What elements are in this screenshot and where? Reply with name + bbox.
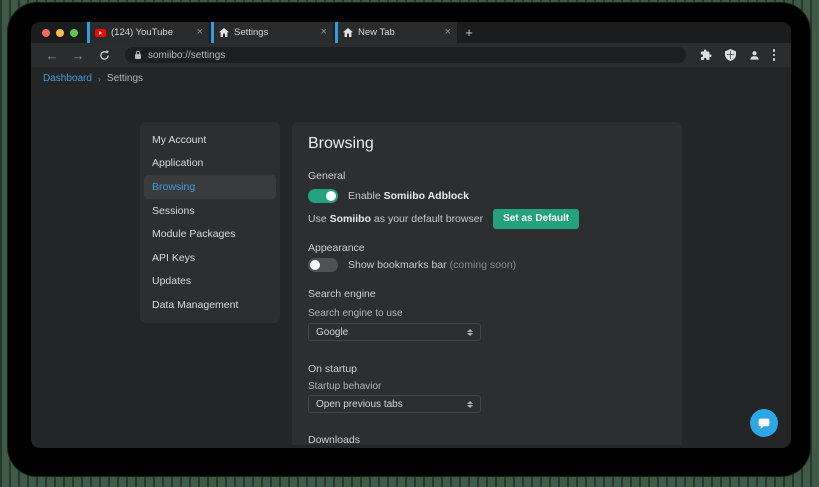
bookmarks-bar-toggle[interactable]: [308, 258, 338, 272]
sidebar-item-updates[interactable]: Updates: [140, 270, 280, 294]
default-browser-label: Use Somiibo as your default browser: [308, 213, 484, 225]
sidebar-item-application[interactable]: Application: [140, 152, 280, 176]
chat-bubble-icon: [757, 417, 771, 430]
startup-behavior-value: Open previous tabs: [316, 398, 403, 410]
settings-layout: My Account Application Browsing Sessions…: [140, 122, 682, 445]
close-icon[interactable]: ×: [320, 27, 328, 38]
close-icon[interactable]: ×: [444, 27, 452, 38]
close-icon[interactable]: ×: [196, 27, 204, 38]
browser-window: (124) YouTube × Settings × New Tab × + ←…: [31, 22, 791, 448]
tab-label: (124) YouTube: [111, 27, 173, 38]
breadcrumb-dashboard-link[interactable]: Dashboard: [43, 73, 92, 84]
minimize-window-button[interactable]: [56, 28, 64, 37]
home-icon: [343, 28, 353, 37]
section-search-engine: Search engine: [308, 288, 376, 300]
tab-label: Settings: [234, 27, 269, 38]
navigation-toolbar: ← → somiibo://settings: [31, 43, 791, 67]
set-as-default-button[interactable]: Set as Default: [493, 209, 580, 229]
page-title: Browsing: [308, 135, 374, 152]
extensions-puzzle-icon[interactable]: [700, 49, 712, 61]
profile-icon[interactable]: [749, 50, 760, 61]
lock-icon: [134, 50, 142, 60]
select-arrows-icon: [467, 400, 473, 408]
reload-button[interactable]: [95, 50, 113, 61]
select-arrows-icon: [467, 328, 473, 336]
search-engine-value: Google: [316, 326, 349, 338]
section-general: General: [308, 170, 346, 182]
default-browser-row: Use Somiibo as your default browser Set …: [308, 209, 666, 229]
new-tab-button[interactable]: +: [459, 22, 479, 43]
bookmarks-bar-label: Show bookmarks bar (coming soon): [348, 259, 517, 271]
sidebar-item-browsing[interactable]: Browsing: [144, 175, 276, 199]
startup-behavior-select[interactable]: Open previous tabs: [308, 395, 481, 413]
shield-icon[interactable]: [724, 49, 736, 61]
tab-settings[interactable]: Settings ×: [211, 22, 333, 43]
search-engine-select[interactable]: Google: [308, 323, 481, 341]
settings-panel: Browsing General Enable Somiibo Adblock …: [292, 122, 682, 445]
section-on-startup: On startup: [308, 363, 358, 375]
adblock-label: Enable Somiibo Adblock: [348, 190, 469, 202]
close-window-button[interactable]: [42, 28, 50, 37]
url-text: somiibo://settings: [148, 49, 226, 61]
sidebar-item-api-keys[interactable]: API Keys: [140, 246, 280, 270]
sidebar-item-data-management[interactable]: Data Management: [140, 293, 280, 317]
sidebar-item-sessions[interactable]: Sessions: [140, 199, 280, 223]
back-button[interactable]: ←: [43, 49, 61, 62]
tab-youtube[interactable]: (124) YouTube ×: [87, 22, 209, 43]
youtube-icon: [95, 28, 106, 37]
sidebar-item-module-packages[interactable]: Module Packages: [140, 222, 280, 246]
address-bar[interactable]: somiibo://settings: [125, 47, 686, 63]
settings-sidebar: My Account Application Browsing Sessions…: [140, 122, 280, 323]
traffic-lights: [31, 22, 87, 43]
breadcrumb-separator: ›: [97, 73, 101, 84]
bookmarks-bar-row: Show bookmarks bar (coming soon): [308, 257, 666, 273]
section-downloads: Downloads: [308, 434, 360, 445]
adblock-setting-row: Enable Somiibo Adblock: [308, 188, 666, 204]
window-shadow-frame: (124) YouTube × Settings × New Tab × + ←…: [7, 2, 811, 477]
coming-soon-note: (coming soon): [449, 259, 517, 271]
page-content: Dashboard › Settings My Account Applicat…: [31, 67, 791, 448]
home-icon: [219, 28, 229, 37]
menu-dots-icon[interactable]: [772, 49, 775, 61]
tab-new-tab[interactable]: New Tab ×: [335, 22, 457, 43]
breadcrumb: Dashboard › Settings: [31, 67, 791, 84]
section-appearance: Appearance: [308, 242, 365, 254]
forward-button[interactable]: →: [69, 49, 87, 62]
search-engine-field-label: Search engine to use: [308, 308, 403, 319]
adblock-toggle[interactable]: [308, 189, 338, 203]
chat-fab-button[interactable]: [750, 409, 778, 437]
startup-behavior-field-label: Startup behavior: [308, 381, 382, 392]
zoom-window-button[interactable]: [70, 28, 78, 37]
tab-label: New Tab: [358, 27, 395, 38]
sidebar-item-my-account[interactable]: My Account: [140, 128, 280, 152]
breadcrumb-current: Settings: [106, 73, 144, 84]
toolbar-icons: [700, 49, 780, 61]
tab-bar: (124) YouTube × Settings × New Tab × +: [31, 22, 791, 43]
